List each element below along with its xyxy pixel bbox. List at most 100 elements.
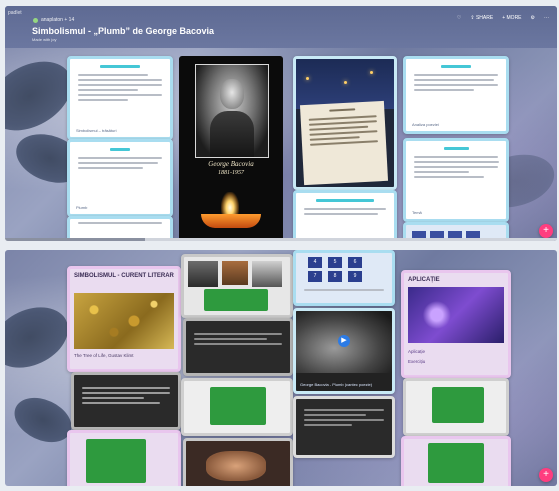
poster-years: 1881-1957 [218, 170, 244, 176]
aplicatie-image [408, 287, 504, 343]
add-post-button[interactable]: + [539, 224, 553, 238]
aplicatie-item[interactable]: Aplicație [408, 349, 425, 354]
settings-icon[interactable]: ⚙ [531, 15, 535, 21]
post-caption: Temă [412, 210, 422, 215]
aplicatie-card[interactable]: APLICAȚIE Aplicație Exercițiu [401, 270, 511, 378]
text-line [309, 130, 378, 136]
text-line [414, 156, 498, 158]
post-card[interactable]: Analiza poeziei [403, 56, 509, 134]
book-page [299, 100, 389, 186]
number-grid-card[interactable]: 4 5 6 7 8 9 [293, 250, 395, 306]
text-line [441, 65, 471, 68]
post-card[interactable] [401, 436, 511, 486]
number-tile: 8 [328, 271, 342, 282]
text-line [304, 289, 384, 291]
horizontal-scrollbar[interactable] [5, 238, 557, 241]
street-light [306, 77, 309, 80]
aplicatie-item[interactable]: Exercițiu [408, 359, 425, 364]
padlet-board-bottom: SIMBOLISMUL - CURENT LITERAR The Tree of… [5, 250, 557, 486]
more-button[interactable]: + MORE [502, 15, 521, 21]
text-line [304, 409, 384, 411]
like-icon[interactable]: ♡ [457, 15, 461, 21]
post-card[interactable] [183, 318, 293, 376]
brand-label[interactable]: padlet [8, 10, 22, 16]
text-line [414, 89, 474, 91]
poster-name: George Bacovia [208, 160, 254, 168]
text-line [78, 222, 162, 224]
post-card[interactable]: Simbolismul – trăsături [67, 56, 173, 140]
number-tile: 7 [308, 271, 322, 282]
owner-info[interactable]: anaplaton + 14 [33, 17, 74, 23]
text-line [304, 424, 352, 426]
photo-post-card[interactable] [181, 254, 293, 318]
text-line [414, 166, 498, 168]
header-toolbar: ♡ ⇪ SHARE + MORE ⚙ ··· [457, 15, 549, 21]
text-line [304, 419, 384, 421]
text-line [414, 176, 484, 178]
text-line [78, 84, 162, 86]
text-line [82, 387, 170, 389]
text-line [414, 74, 498, 76]
text-line [304, 213, 378, 215]
text-line [78, 162, 158, 164]
street-light [370, 71, 373, 74]
post-card[interactable] [71, 372, 181, 430]
text-line [329, 108, 355, 112]
oil-lamp [201, 214, 261, 228]
simbolism-card[interactable]: SIMBOLISMUL - CURENT LITERAR The Tree of… [67, 266, 181, 372]
add-post-button[interactable]: + [539, 468, 553, 482]
text-line [78, 99, 128, 101]
post-card[interactable] [293, 396, 395, 458]
number-tile: 6 [348, 257, 362, 268]
portrait-body [210, 111, 254, 157]
padlet-board-top: padlet anaplaton + 14 Simbolismul - „Plu… [5, 6, 557, 241]
portrait-face [220, 79, 244, 109]
text-line [82, 392, 170, 394]
text-line [315, 199, 375, 202]
scrollbar-thumb[interactable] [5, 238, 145, 241]
text-line [110, 148, 130, 151]
text-line [414, 171, 469, 173]
painting-caption: The Tree of Life, Gustav Klimt [74, 353, 134, 358]
hand-photo [206, 451, 266, 481]
board-header: padlet anaplaton + 14 Simbolismul - „Plu… [5, 6, 557, 48]
post-card[interactable] [67, 430, 181, 486]
text-line [78, 94, 162, 96]
bacovia-poster[interactable]: George Bacovia 1881-1957 [179, 56, 283, 241]
redacted-content [204, 289, 268, 311]
text-line [194, 338, 267, 340]
page-title: Simbolismul - „Plumb” de George Bacovia [32, 26, 215, 36]
text-line [309, 125, 369, 131]
tree-of-life-painting [74, 293, 174, 349]
play-icon[interactable]: ▶ [338, 335, 350, 347]
text-line [78, 157, 162, 159]
share-button[interactable]: ⇪ SHARE [470, 15, 493, 21]
post-card[interactable]: Plumb [67, 139, 173, 217]
menu-icon[interactable]: ··· [544, 15, 549, 21]
street-light [344, 81, 347, 84]
redacted-content [428, 443, 484, 483]
post-card[interactable] [293, 190, 397, 241]
text-line [304, 414, 367, 416]
post-caption: Analiza poeziei [412, 122, 439, 127]
portrait-photo [252, 261, 282, 287]
post-card[interactable] [181, 378, 293, 436]
board-subtitle: Made with joy [32, 37, 57, 42]
redacted-content [86, 439, 146, 483]
avatar [33, 17, 38, 23]
text-line [309, 140, 379, 146]
post-card[interactable] [403, 378, 509, 436]
text-line [82, 402, 160, 404]
post-caption: Plumb [76, 205, 88, 210]
text-line [78, 79, 162, 81]
redacted-content [210, 387, 266, 425]
text-line [304, 208, 386, 210]
video-post-card[interactable]: ▶ George Bacovia - Plumb (cantec poezie) [293, 308, 395, 394]
text-line [194, 333, 282, 335]
photo-post-card[interactable] [183, 438, 293, 486]
text-line [414, 84, 498, 86]
photo-post-card[interactable] [293, 56, 397, 190]
post-card[interactable]: Temă [403, 138, 509, 222]
video-caption: George Bacovia - Plumb (cantec poezie) [300, 382, 373, 387]
text-line [100, 65, 140, 68]
